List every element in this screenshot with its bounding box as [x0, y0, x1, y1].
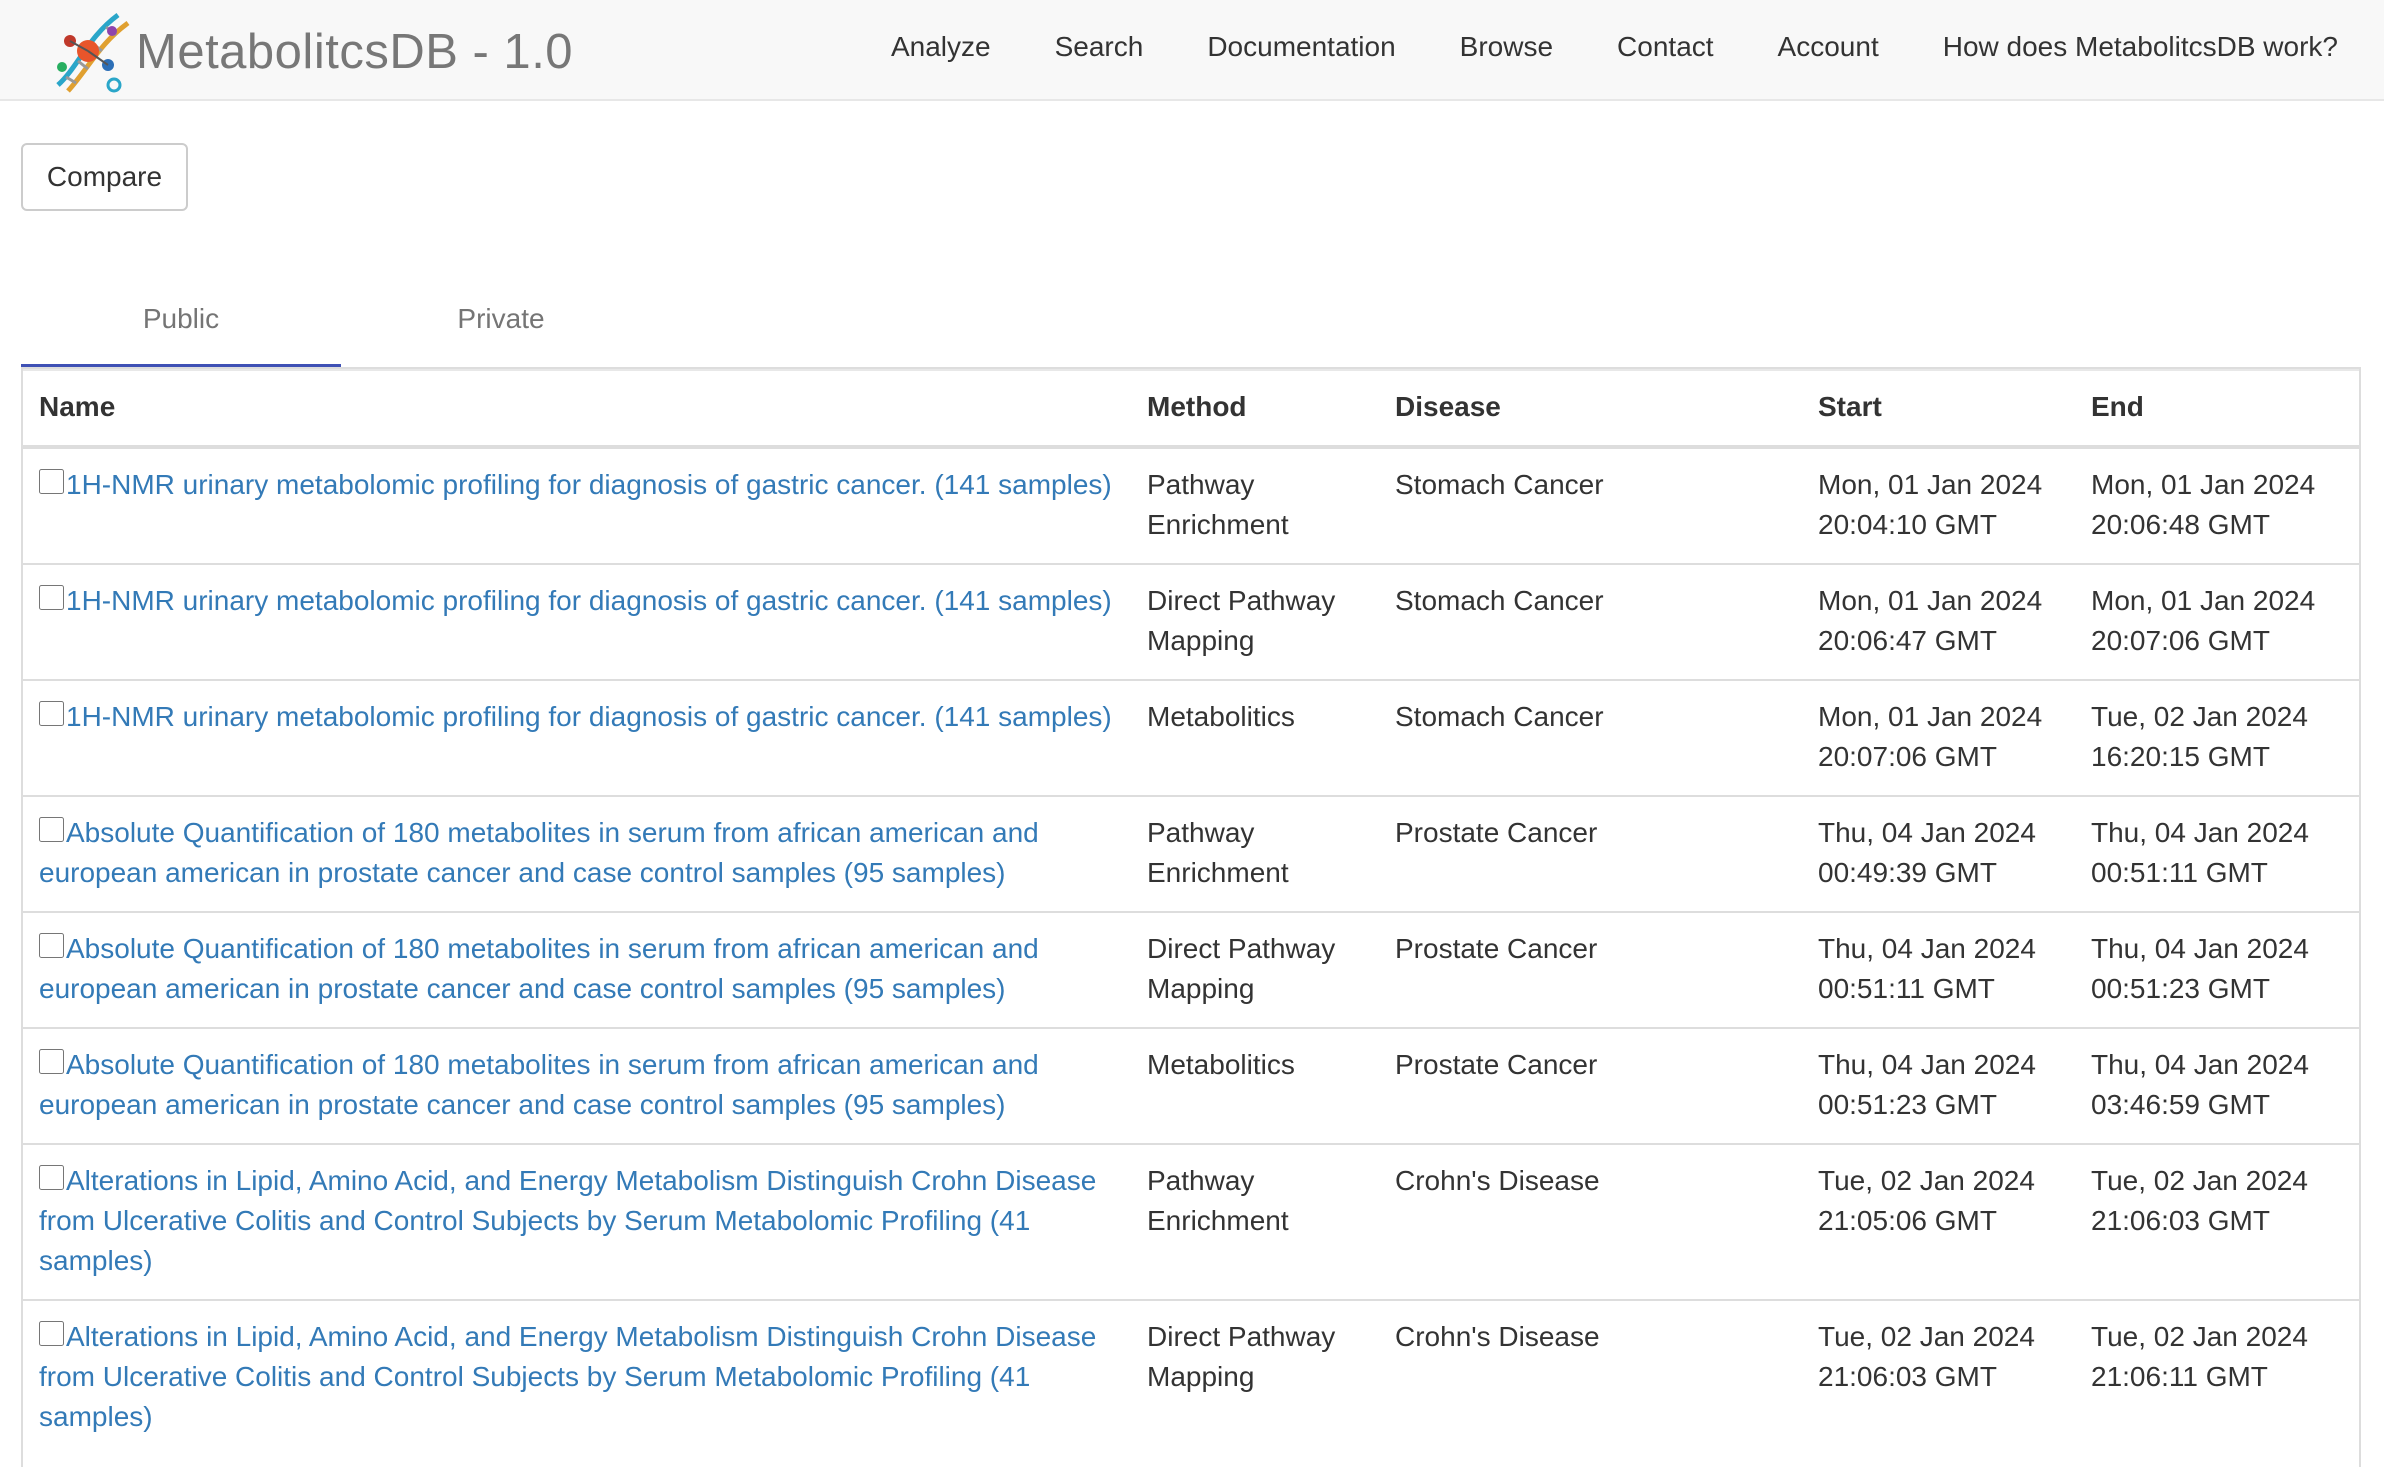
cell-disease: Crohn's Disease [1379, 1143, 1802, 1300]
analysis-name-link[interactable]: Absolute Quantification of 180 metabolit… [39, 933, 1039, 1004]
cell-name: Absolute Quantification of 180 metabolit… [23, 911, 1131, 1028]
cell-start: Mon, 01 Jan 2024 20:04:10 GMT [1802, 446, 2075, 564]
cell-disease: Prostate Cancer [1379, 1027, 1802, 1144]
cell-disease: Stomach Cancer [1379, 563, 1802, 680]
table-row: Absolute Quantification of 180 metabolit… [23, 795, 2359, 912]
brand-title: MetabolitcsDB - 1.0 [136, 25, 574, 79]
cell-start: Mon, 01 Jan 2024 20:06:47 GMT [1802, 563, 2075, 680]
table-row: 1H-NMR urinary metabolomic profiling for… [23, 446, 2359, 564]
nav-documentation[interactable]: Documentation [1207, 31, 1395, 63]
cell-method: Direct Pathway Mapping [1131, 1299, 1379, 1455]
cell-end: Tue, 02 Jan 2024 21:06:11 GMT [2075, 1299, 2359, 1455]
row-select-checkbox[interactable] [39, 1165, 64, 1190]
cell-end: Mon, 01 Jan 2024 20:06:48 GMT [2075, 446, 2359, 564]
cell-start: Thu, 04 Jan 2024 00:51:23 GMT [1802, 1027, 2075, 1144]
brand[interactable]: MetabolitcsDB - 1.0 [48, 8, 573, 96]
cell-name: 1H-NMR urinary metabolomic profiling for… [23, 679, 1131, 796]
analysis-name-link[interactable]: Alterations in Lipid, Amino Acid, and En… [39, 1321, 1096, 1432]
cell-start: Thu, 04 Jan 2024 00:51:11 GMT [1802, 911, 2075, 1028]
nav-account[interactable]: Account [1778, 31, 1879, 63]
main-nav: Analyze Search Documentation Browse Cont… [827, 0, 2338, 94]
table-body: 1H-NMR urinary metabolomic profiling for… [23, 446, 2359, 1455]
cell-end: Thu, 04 Jan 2024 00:51:23 GMT [2075, 911, 2359, 1028]
cell-method: Pathway Enrichment [1131, 1143, 1379, 1300]
cell-disease: Crohn's Disease [1379, 1299, 1802, 1455]
cell-name: Alterations in Lipid, Amino Acid, and En… [23, 1299, 1131, 1455]
cell-name: Alterations in Lipid, Amino Acid, and En… [23, 1143, 1131, 1300]
cell-name: 1H-NMR urinary metabolomic profiling for… [23, 563, 1131, 680]
cell-start: Tue, 02 Jan 2024 21:06:03 GMT [1802, 1299, 2075, 1455]
tab-private[interactable]: Private [341, 282, 661, 368]
row-select-checkbox[interactable] [39, 1321, 64, 1346]
cell-method: Pathway Enrichment [1131, 795, 1379, 912]
cell-end: Tue, 02 Jan 2024 16:20:15 GMT [2075, 679, 2359, 796]
visibility-tabs: Public Private [21, 282, 2361, 371]
cell-method: Direct Pathway Mapping [1131, 911, 1379, 1028]
cell-disease: Stomach Cancer [1379, 446, 1802, 564]
table-row: 1H-NMR urinary metabolomic profiling for… [23, 679, 2359, 796]
cell-method: Metabolitics [1131, 679, 1379, 796]
cell-method: Pathway Enrichment [1131, 446, 1379, 564]
analyses-table: Name Method Disease Start End 1H-NMR uri… [23, 369, 2359, 1455]
table-header-row: Name Method Disease Start End [23, 369, 2359, 449]
row-select-checkbox[interactable] [39, 585, 64, 610]
column-header-name[interactable]: Name [23, 369, 1131, 449]
table-row: Alterations in Lipid, Amino Acid, and En… [23, 1143, 2359, 1300]
column-header-start[interactable]: Start [1802, 369, 2075, 449]
cell-name: Absolute Quantification of 180 metabolit… [23, 1027, 1131, 1144]
dna-molecule-icon [48, 7, 134, 98]
column-header-end[interactable]: End [2075, 369, 2359, 449]
compare-button[interactable]: Compare [21, 143, 188, 211]
top-navbar: MetabolitcsDB - 1.0 Analyze Search Docum… [0, 0, 2384, 101]
cell-name: 1H-NMR urinary metabolomic profiling for… [23, 446, 1131, 564]
row-select-checkbox[interactable] [39, 933, 64, 958]
row-select-checkbox[interactable] [39, 469, 64, 494]
analysis-name-link[interactable]: 1H-NMR urinary metabolomic profiling for… [66, 701, 1112, 732]
row-select-checkbox[interactable] [39, 701, 64, 726]
table-row: Absolute Quantification of 180 metabolit… [23, 1027, 2359, 1144]
cell-start: Thu, 04 Jan 2024 00:49:39 GMT [1802, 795, 2075, 912]
column-header-disease[interactable]: Disease [1379, 369, 1802, 449]
nav-search[interactable]: Search [1055, 31, 1144, 63]
cell-start: Mon, 01 Jan 2024 20:07:06 GMT [1802, 679, 2075, 796]
cell-disease: Stomach Cancer [1379, 679, 1802, 796]
cell-name: Absolute Quantification of 180 metabolit… [23, 795, 1131, 912]
column-header-method[interactable]: Method [1131, 369, 1379, 449]
cell-method: Direct Pathway Mapping [1131, 563, 1379, 680]
analysis-name-link[interactable]: Absolute Quantification of 180 metabolit… [39, 817, 1039, 888]
analysis-name-link[interactable]: 1H-NMR urinary metabolomic profiling for… [66, 469, 1112, 500]
row-select-checkbox[interactable] [39, 1049, 64, 1074]
analysis-name-link[interactable]: Alterations in Lipid, Amino Acid, and En… [39, 1165, 1096, 1276]
nav-browse[interactable]: Browse [1460, 31, 1553, 63]
table-row: Alterations in Lipid, Amino Acid, and En… [23, 1299, 2359, 1455]
nav-analyze[interactable]: Analyze [891, 31, 991, 63]
cell-start: Tue, 02 Jan 2024 21:05:06 GMT [1802, 1143, 2075, 1300]
tab-public[interactable]: Public [21, 282, 341, 368]
analyses-table-container: Name Method Disease Start End 1H-NMR uri… [21, 367, 2361, 1467]
cell-disease: Prostate Cancer [1379, 795, 1802, 912]
cell-method: Metabolitics [1131, 1027, 1379, 1144]
cell-end: Tue, 02 Jan 2024 21:06:03 GMT [2075, 1143, 2359, 1300]
table-row: 1H-NMR urinary metabolomic profiling for… [23, 563, 2359, 680]
nav-contact[interactable]: Contact [1617, 31, 1714, 63]
cell-end: Thu, 04 Jan 2024 00:51:11 GMT [2075, 795, 2359, 912]
analysis-name-link[interactable]: Absolute Quantification of 180 metabolit… [39, 1049, 1039, 1120]
table-row: Absolute Quantification of 180 metabolit… [23, 911, 2359, 1028]
row-select-checkbox[interactable] [39, 817, 64, 842]
analysis-name-link[interactable]: 1H-NMR urinary metabolomic profiling for… [66, 585, 1112, 616]
nav-how-it-works[interactable]: How does MetabolitcsDB work? [1943, 31, 2338, 63]
cell-end: Thu, 04 Jan 2024 03:46:59 GMT [2075, 1027, 2359, 1144]
cell-end: Mon, 01 Jan 2024 20:07:06 GMT [2075, 563, 2359, 680]
cell-disease: Prostate Cancer [1379, 911, 1802, 1028]
